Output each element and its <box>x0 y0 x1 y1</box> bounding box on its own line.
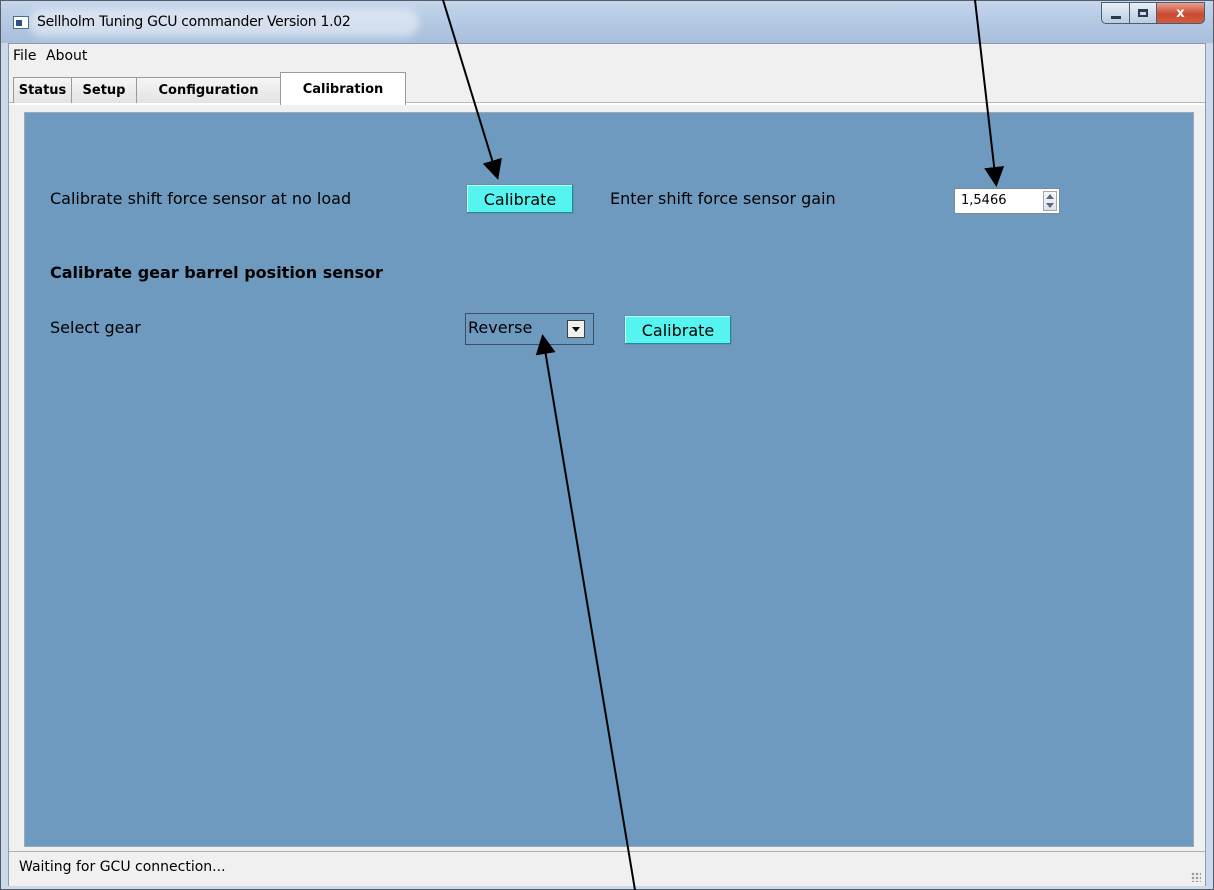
gear-barrel-heading: Calibrate gear barrel position sensor <box>50 263 383 282</box>
shift-force-gain-label: Enter shift force sensor gain <box>610 189 836 208</box>
menu-file[interactable]: File <box>13 48 36 64</box>
spin-arrows-icon[interactable] <box>1043 191 1057 211</box>
minimize-icon <box>1110 15 1121 19</box>
select-gear-label: Select gear <box>50 318 141 337</box>
close-button[interactable]: x <box>1157 2 1205 24</box>
gear-select-value: Reverse <box>468 318 533 337</box>
maximize-button[interactable] <box>1130 2 1157 24</box>
tab-configuration[interactable]: Configuration <box>136 77 281 103</box>
shift-force-calibrate-label: Calibrate shift force sensor at no load <box>50 189 352 208</box>
shift-force-gain-spinbox[interactable]: 1,5466 <box>954 188 1060 214</box>
app-window: Sellholm Tuning GCU commander Version 1.… <box>0 0 1214 890</box>
tab-bar: Status Setup Configuration Calibration <box>9 70 1205 112</box>
client-area: File About Status Setup Configuration Ca… <box>8 43 1206 886</box>
title-bar[interactable]: Sellholm Tuning GCU commander Version 1.… <box>1 1 1213 43</box>
tab-status[interactable]: Status <box>13 77 72 103</box>
shift-force-gain-value: 1,5466 <box>961 193 1007 208</box>
close-icon: x <box>1176 5 1185 21</box>
status-bar: Waiting for GCU connection... <box>9 851 1205 886</box>
chevron-down-icon[interactable] <box>567 320 585 338</box>
menu-about[interactable]: About <box>46 48 87 64</box>
gear-barrel-calibrate-button[interactable]: Calibrate <box>624 315 732 345</box>
window-title: Sellholm Tuning GCU commander Version 1.… <box>37 14 351 30</box>
tab-setup[interactable]: Setup <box>71 77 137 103</box>
window-controls: x <box>1101 2 1205 26</box>
gear-select[interactable]: Reverse <box>465 313 594 345</box>
resize-grip-icon[interactable] <box>1191 872 1201 882</box>
tab-calibration[interactable]: Calibration <box>280 72 406 105</box>
shift-force-calibrate-button[interactable]: Calibrate <box>466 184 574 214</box>
minimize-button[interactable] <box>1101 2 1130 24</box>
menu-bar: File About <box>9 44 1205 70</box>
spin-up-icon[interactable] <box>1046 194 1054 199</box>
spin-down-icon[interactable] <box>1046 203 1054 208</box>
app-window-icon[interactable] <box>13 16 29 29</box>
maximize-icon <box>1138 9 1148 17</box>
calibration-panel: Calibrate shift force sensor at no load … <box>24 112 1194 847</box>
status-text: Waiting for GCU connection... <box>19 859 226 875</box>
